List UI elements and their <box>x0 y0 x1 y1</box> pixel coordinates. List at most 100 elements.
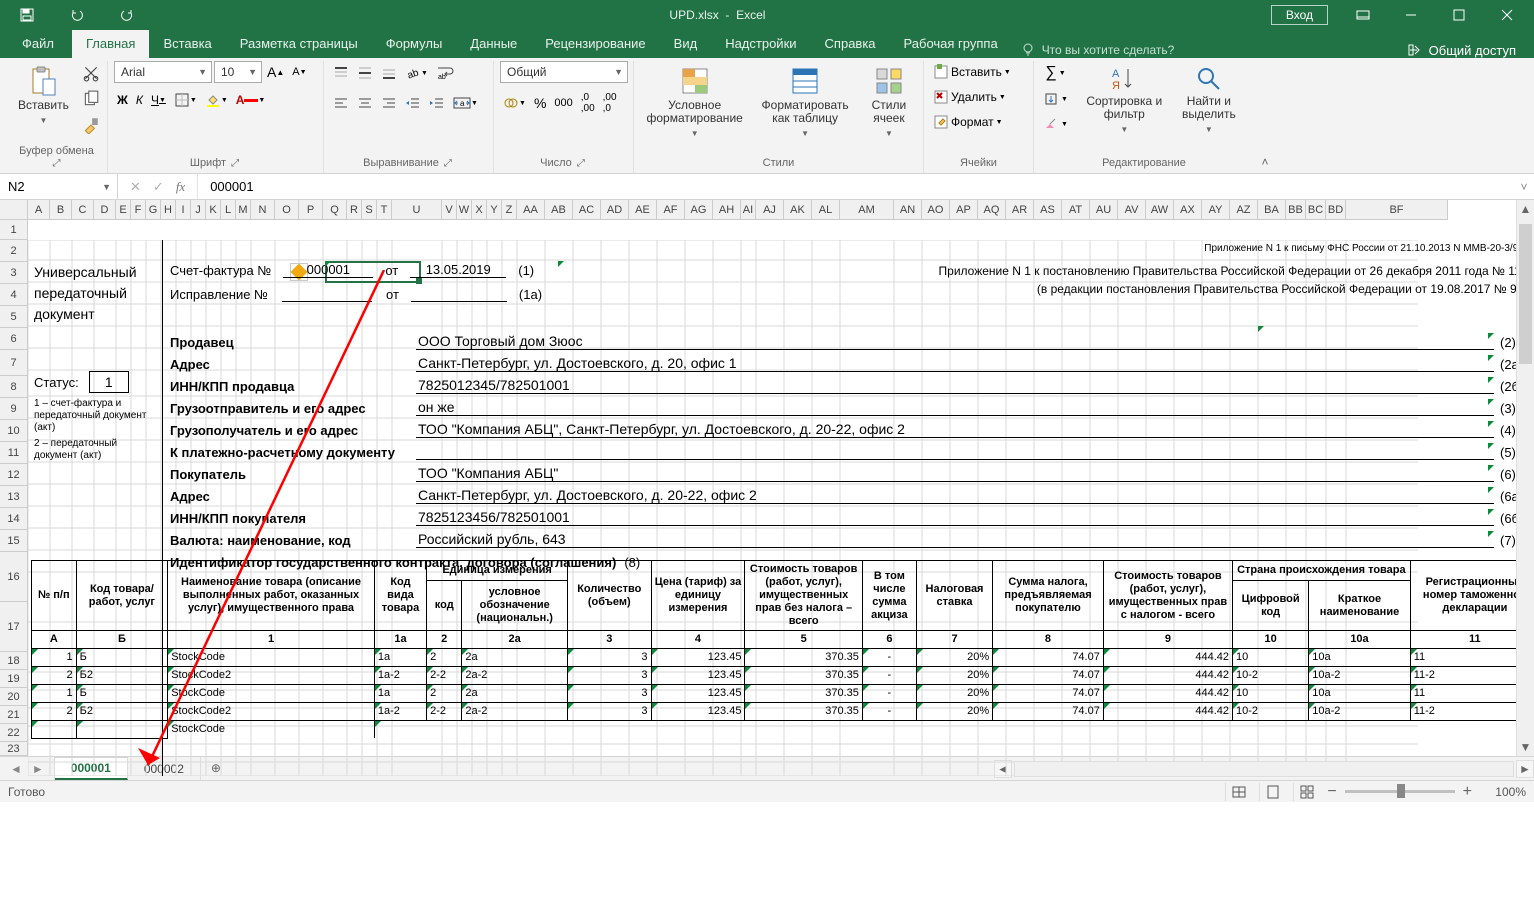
col-header[interactable]: AC <box>573 200 601 220</box>
col-header[interactable]: AR <box>1006 200 1034 220</box>
expand-formula-bar-icon[interactable]: ˅ <box>1514 174 1534 199</box>
col-header[interactable]: V <box>442 200 457 220</box>
save-icon[interactable] <box>4 0 50 30</box>
close-icon[interactable] <box>1484 0 1530 30</box>
formula-input[interactable] <box>208 178 1504 195</box>
clear-icon[interactable]: ▼ <box>1040 113 1071 135</box>
col-header[interactable]: P <box>299 200 323 220</box>
share-button[interactable]: Общий доступ <box>1393 42 1530 58</box>
maximize-icon[interactable] <box>1436 0 1482 30</box>
col-header[interactable]: AX <box>1174 200 1202 220</box>
row-header[interactable]: 20 <box>0 688 28 706</box>
row-header[interactable]: 12 <box>0 464 28 486</box>
col-header[interactable]: AD <box>601 200 629 220</box>
row-header[interactable]: 1 <box>0 220 28 240</box>
fill-icon[interactable]: ▼ <box>1040 88 1071 110</box>
increase-indent-icon[interactable] <box>426 92 448 114</box>
redo-icon[interactable] <box>104 0 150 30</box>
col-header[interactable]: Y <box>487 200 502 220</box>
copy-icon[interactable] <box>79 87 103 111</box>
accounting-icon[interactable]: ▼ <box>500 92 529 114</box>
col-header[interactable]: AW <box>1146 200 1174 220</box>
page-layout-view-icon[interactable] <box>1259 783 1285 801</box>
paste-button[interactable]: Вставить ▼ <box>12 61 75 131</box>
col-header[interactable]: AY <box>1202 200 1230 220</box>
number-format-combo[interactable]: Общий▼ <box>500 61 628 83</box>
tab-file[interactable]: Файл <box>4 30 72 58</box>
col-header[interactable]: AU <box>1090 200 1118 220</box>
italic-icon[interactable]: К <box>133 90 146 110</box>
zoom-in-icon[interactable]: + <box>1463 783 1472 801</box>
col-header[interactable]: BF <box>1346 200 1448 220</box>
comma-icon[interactable]: 000 <box>551 94 575 112</box>
col-header[interactable]: AL <box>812 200 840 220</box>
shrink-font-icon[interactable]: A▼ <box>289 63 309 81</box>
font-name-combo[interactable]: Arial▼ <box>114 61 212 83</box>
fill-color-icon[interactable]: ▼ <box>202 89 231 111</box>
tab-home[interactable]: Главная <box>72 30 149 58</box>
decrease-decimal-icon[interactable]: ,00,0 <box>600 89 620 117</box>
row-header[interactable]: 4 <box>0 284 28 306</box>
row-header[interactable]: 17 <box>0 602 28 652</box>
page-break-view-icon[interactable] <box>1293 783 1319 801</box>
zoom-out-icon[interactable]: − <box>1327 783 1336 801</box>
tab-layout[interactable]: Разметка страницы <box>226 30 372 58</box>
row-header[interactable]: 14 <box>0 508 28 530</box>
col-header[interactable]: AH <box>713 200 741 220</box>
col-header[interactable]: AF <box>657 200 685 220</box>
col-header[interactable]: BB <box>1286 200 1306 220</box>
row-header[interactable]: 6 <box>0 328 28 350</box>
zoom-level[interactable]: 100% <box>1480 785 1526 799</box>
cancel-formula-icon[interactable]: ✕ <box>130 179 141 195</box>
col-header[interactable]: AS <box>1034 200 1062 220</box>
ribbon-options-icon[interactable] <box>1340 0 1386 30</box>
collapse-ribbon-icon[interactable]: ˄ <box>1254 61 1276 173</box>
wrap-text-icon[interactable]: ab <box>433 61 457 85</box>
cell-styles-button[interactable]: Стили ячеек▼ <box>861 61 917 144</box>
col-header[interactable]: K <box>206 200 221 220</box>
row-header[interactable]: 18 <box>0 652 28 670</box>
row-header[interactable]: 23 <box>0 742 28 756</box>
col-header[interactable]: BA <box>1258 200 1286 220</box>
row-header[interactable]: 13 <box>0 486 28 508</box>
row-header[interactable]: 16 <box>0 552 28 602</box>
col-header[interactable]: U <box>392 200 442 220</box>
col-header[interactable]: AQ <box>978 200 1006 220</box>
format-painter-icon[interactable] <box>79 113 103 137</box>
col-header[interactable]: AN <box>894 200 922 220</box>
col-header[interactable]: T <box>377 200 392 220</box>
row-header[interactable]: 15 <box>0 530 28 552</box>
row-header[interactable]: 21 <box>0 706 28 724</box>
clipboard-launcher-icon[interactable]: ⤢ <box>51 158 63 169</box>
borders-icon[interactable]: ▼ <box>171 89 200 111</box>
increase-decimal-icon[interactable]: ,0,00 <box>578 89 598 117</box>
name-box-input[interactable] <box>6 178 92 195</box>
undo-icon[interactable] <box>54 0 100 30</box>
bold-icon[interactable]: Ж <box>114 90 131 110</box>
align-bottom-icon[interactable] <box>378 62 400 84</box>
sheet-nav-prev-icon[interactable]: ◄ <box>10 762 22 776</box>
vertical-scrollbar[interactable]: ▲ ▼ <box>1516 200 1534 756</box>
row-header[interactable]: 19 <box>0 670 28 688</box>
col-header[interactable]: AV <box>1118 200 1146 220</box>
align-right-icon[interactable] <box>378 92 400 114</box>
row-header[interactable]: 22 <box>0 724 28 742</box>
col-header[interactable]: AZ <box>1230 200 1258 220</box>
row-header[interactable]: 8 <box>0 376 28 398</box>
sort-filter-button[interactable]: АЯ Сортировка и фильтр▼ <box>1079 61 1170 140</box>
tab-data[interactable]: Данные <box>456 30 531 58</box>
align-top-icon[interactable] <box>330 62 352 84</box>
row-header[interactable]: 10 <box>0 420 28 442</box>
col-header[interactable]: D <box>94 200 116 220</box>
col-header[interactable]: B <box>50 200 72 220</box>
col-header[interactable]: AI <box>741 200 756 220</box>
col-header[interactable]: W <box>457 200 472 220</box>
horizontal-scrollbar[interactable]: ◄► <box>994 757 1534 780</box>
number-launcher-icon[interactable]: ⤢ <box>575 158 587 169</box>
decrease-indent-icon[interactable] <box>402 92 424 114</box>
font-color-icon[interactable]: А▼ <box>233 90 269 110</box>
row-header[interactable]: 7 <box>0 350 28 376</box>
tell-me[interactable]: Что вы хотите сделать? <box>1020 42 1175 58</box>
conditional-format-button[interactable]: Условное форматирование▼ <box>640 61 749 144</box>
row-header[interactable]: 5 <box>0 306 28 328</box>
